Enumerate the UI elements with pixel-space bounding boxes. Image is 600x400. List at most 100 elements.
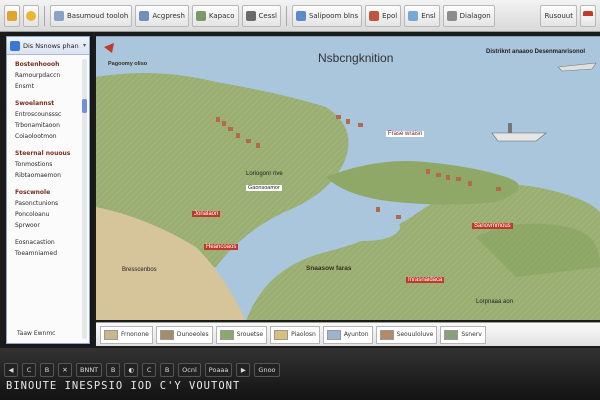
toolbar-separator	[44, 5, 45, 26]
panel-item-label: Eosnacastion	[15, 239, 55, 246]
control-button[interactable]: ◐	[124, 363, 139, 377]
panel-item-label: Poncoloanu	[15, 211, 50, 218]
thumbnail-image-icon	[159, 329, 174, 340]
thumbnail-image-icon	[326, 329, 341, 340]
panel-list-item[interactable]: Toeamniamed	[15, 248, 81, 259]
panel-item-label: Steernal nouous	[15, 150, 71, 157]
control-button[interactable]: Poaaa	[204, 363, 233, 377]
control-button[interactable]: B	[160, 363, 175, 377]
panel-item-label: Foscwnole	[15, 189, 51, 196]
map-label-coast: Lorpnaaa aon	[476, 299, 514, 305]
map-label-bay: Frase wraisn	[386, 131, 425, 137]
thumbnail-image-icon	[379, 329, 394, 340]
map-label-region: Bresscenbos	[122, 267, 157, 273]
thumbnail-item[interactable]: Piaolosn	[270, 325, 320, 344]
panel-item-label: Bostenhoooh	[15, 61, 60, 68]
thumbnail-item[interactable]: Srouetse	[215, 325, 268, 344]
panel-group-heading[interactable]: Foscwnole	[15, 187, 81, 198]
panel-list-item[interactable]: Pasonctunions	[15, 198, 81, 209]
map-canvas[interactable]: Nsbcngknition Pagoomy oliso Distriknt an…	[96, 36, 600, 320]
panel-item-label: Swoelannst	[15, 100, 55, 107]
panel-list-item[interactable]: Ensmt	[15, 81, 81, 92]
toolbar-button-layers[interactable]: Kapaco	[191, 4, 239, 27]
control-button[interactable]: C	[22, 363, 36, 377]
toolbar-button-dialog[interactable]: Dialagon	[442, 4, 495, 27]
panel-list-item[interactable]: Entroscounsssc	[15, 109, 81, 120]
panel-list-item[interactable]: Eosnacastion	[15, 237, 81, 248]
panel-item-label: Ribtaomaemon	[15, 172, 61, 179]
cursor-icon	[245, 10, 256, 21]
map-svg[interactable]	[96, 37, 600, 320]
control-button[interactable]: B	[40, 363, 54, 377]
thumbnail-item[interactable]: Ayunton	[322, 325, 373, 344]
panel-list-item[interactable]: Poncoloanu	[15, 209, 81, 220]
toolbar-button-basemap[interactable]: Basumoud tooloh	[50, 4, 133, 27]
toolbar-button-label: Ensl	[421, 11, 436, 20]
thumbnail-label: Seouuloluve	[396, 331, 434, 338]
thumbnail-item[interactable]: Frnonone	[100, 325, 153, 344]
control-button[interactable]: Ocnl	[178, 363, 201, 377]
panel-list-item[interactable]: Coiaolootmon	[15, 131, 81, 142]
panel-list-item[interactable]: Trbonamitaoon	[15, 120, 81, 131]
panel-header-label: Dis Nsnows phan	[23, 41, 79, 50]
toolbar-button-label: Epol	[382, 11, 398, 20]
panel-list-item[interactable]: Ribtaomaemon	[15, 170, 81, 181]
thumbnail-label: Ayunton	[343, 331, 369, 338]
thumbnail-image-icon	[219, 329, 234, 340]
thumbnail-item[interactable]: Dunoeoles	[155, 325, 213, 344]
panel-item-label: Entroscounsssc	[15, 111, 62, 118]
thumbnail-label: Piaolosn	[291, 331, 316, 338]
layers-icon	[195, 10, 206, 21]
panel-list-item[interactable]: Sprwoor	[15, 220, 81, 231]
toolbar-button-select[interactable]: Cessl	[241, 4, 281, 27]
control-button[interactable]: BNNT	[76, 363, 103, 377]
map-label-valley: Snaasow faras	[306, 265, 352, 272]
toolbar-button-grid[interactable]: Acgpresh	[135, 4, 189, 27]
panel-item-label: Ramourpdaccn	[15, 72, 61, 79]
scrollbar-thumb[interactable]	[82, 99, 87, 113]
thumbnail-item[interactable]: Seouuloluve	[375, 325, 438, 344]
control-button[interactable]: Gnoo	[254, 363, 280, 377]
toolbar-button-palette[interactable]: Epol	[365, 4, 402, 27]
panel-group-heading[interactable]: Swoelannst	[15, 98, 81, 109]
panel-list: Bostenhoooh Ramourpdaccn Ensmt Swoelannst En…	[15, 59, 81, 259]
panel-list-item[interactable]: Tonmostions	[15, 159, 81, 170]
map-label-red-b: Heancoaos	[204, 244, 239, 250]
map-label-south: Inrasnaidaca	[406, 277, 445, 283]
open-folder-button[interactable]	[4, 4, 20, 27]
flag-button[interactable]	[580, 4, 596, 27]
favorite-button[interactable]	[23, 4, 39, 27]
thumbnail-label: Srouetse	[236, 331, 264, 338]
toolbar-right-label: Rusouut	[544, 11, 573, 20]
toolbar-button-label: Dialagon	[459, 11, 491, 20]
panel-scrollbar[interactable]	[82, 59, 87, 339]
page-icon	[54, 10, 64, 21]
control-button[interactable]: B	[106, 363, 121, 377]
map-label-red-a: Jonalaon	[192, 211, 221, 217]
panel-group-heading[interactable]: Steernal nouous	[15, 148, 81, 159]
control-button[interactable]: ▶	[236, 363, 251, 377]
toolbar-button-label: Cessl	[258, 11, 277, 20]
map-label-lake: Loriogonr rive	[246, 171, 283, 177]
star-icon	[26, 10, 36, 21]
chevron-down-icon[interactable]: ▾	[83, 42, 86, 49]
panel-group-heading[interactable]: Bostenhoooh	[15, 59, 81, 70]
toolbar-right-button[interactable]: Rusouut	[540, 4, 577, 27]
panel-list-item[interactable]: Ramourpdaccn	[15, 70, 81, 81]
control-button[interactable]: ◀	[4, 363, 18, 377]
panel-item-label: Toeamniamed	[15, 250, 58, 257]
folder-icon	[7, 10, 17, 21]
thumbnail-item[interactable]: Ssnerv	[440, 325, 486, 344]
map-label-town: Gaonsoamor	[246, 185, 282, 191]
inner-lake	[332, 213, 400, 241]
map-label-red-c: Sanovmmous	[472, 223, 513, 229]
panel-header[interactable]: Dis Nsnows phan ▾	[7, 37, 89, 55]
control-button[interactable]: ✕	[58, 363, 72, 377]
grid-icon	[139, 10, 150, 21]
toolbar-button-view[interactable]: Salipoom blns	[291, 4, 363, 27]
map-top-right-label: Pagoomy oliso	[108, 61, 148, 67]
thumbnail-image-icon	[444, 329, 459, 340]
toolbar-button-image[interactable]: Ensl	[404, 4, 440, 27]
bottom-bar: ◀ C B ✕ BNNT B ◐ C B Ocnl Poaaa ▶ Gnoo BINOUTE INESP…	[0, 348, 600, 400]
control-button[interactable]: C	[142, 363, 157, 377]
